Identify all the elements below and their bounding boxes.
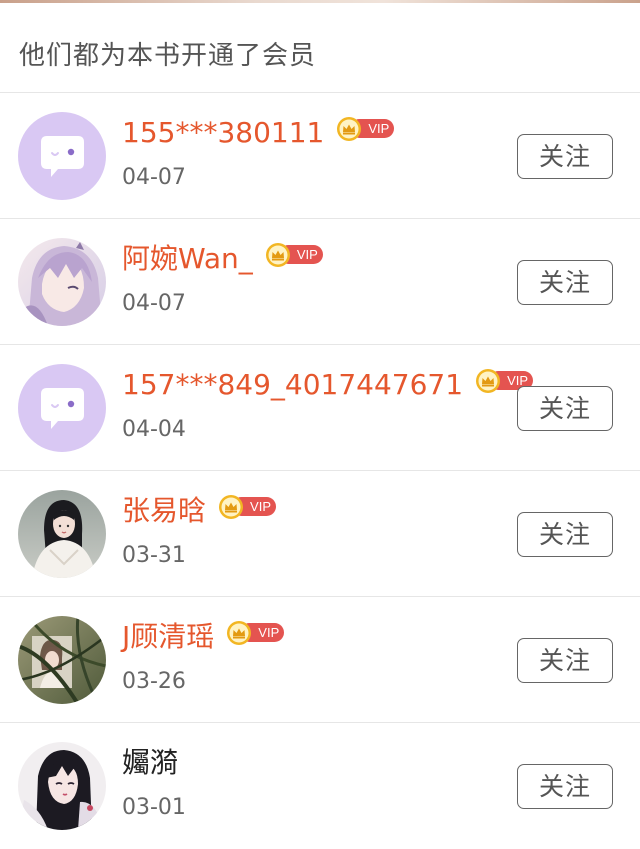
- vip-badge: VIP: [226, 620, 285, 645]
- member-date: 03-31: [122, 543, 186, 568]
- member-list: 155***380111 VIP 04-07 关注 阿婉Wan_ VIP 04-…: [0, 93, 640, 849]
- member-date: 04-07: [122, 165, 186, 190]
- crown-icon: [265, 243, 290, 267]
- member-date: 03-26: [122, 669, 186, 694]
- list-item[interactable]: J顾清瑶 VIP 03-26 关注: [0, 597, 640, 723]
- member-name[interactable]: 孎漪: [122, 743, 178, 783]
- avatar[interactable]: [18, 238, 106, 326]
- crown-icon: [476, 369, 501, 393]
- anime-girl-avatar-icon: [18, 238, 106, 326]
- default-chat-avatar-icon: [18, 364, 106, 452]
- avatar[interactable]: [18, 112, 106, 200]
- member-name[interactable]: 157***849_4017447671: [122, 365, 463, 405]
- member-name[interactable]: 张易晗: [122, 491, 206, 531]
- member-name[interactable]: J顾清瑶: [122, 617, 214, 657]
- page-title: 他们都为本书开通了会员: [19, 41, 317, 71]
- follow-button[interactable]: 关注: [517, 260, 613, 305]
- crown-icon: [337, 117, 362, 141]
- avatar[interactable]: [18, 490, 106, 578]
- crown-icon: [219, 495, 244, 519]
- avatar[interactable]: [18, 364, 106, 452]
- photo-girl-white-dress-avatar-icon: [18, 490, 106, 578]
- default-chat-avatar-icon: [18, 112, 106, 200]
- member-name[interactable]: 阿婉Wan_: [122, 239, 253, 279]
- member-name[interactable]: 155***380111: [122, 113, 324, 153]
- anime-dark-hair-avatar-icon: [18, 742, 106, 830]
- member-date: 04-07: [122, 291, 186, 316]
- list-item[interactable]: 阿婉Wan_ VIP 04-07 关注: [0, 219, 640, 345]
- follow-button[interactable]: 关注: [517, 386, 613, 431]
- list-item[interactable]: 张易晗 VIP 03-31 关注: [0, 471, 640, 597]
- vip-badge: VIP: [218, 494, 277, 519]
- follow-button[interactable]: 关注: [517, 512, 613, 557]
- follow-button[interactable]: 关注: [517, 638, 613, 683]
- section-header: 他们都为本书开通了会员: [0, 3, 640, 93]
- avatar[interactable]: [18, 742, 106, 830]
- vip-badge: VIP: [265, 242, 323, 267]
- list-item[interactable]: 孎漪 03-01 关注: [0, 723, 640, 849]
- follow-button[interactable]: 关注: [517, 764, 613, 809]
- member-date: 03-01: [122, 795, 186, 820]
- avatar[interactable]: [18, 616, 106, 704]
- crown-icon: [227, 621, 252, 645]
- follow-button[interactable]: 关注: [517, 134, 613, 179]
- list-item[interactable]: 157***849_4017447671 VIP 04-04 关注: [0, 345, 640, 471]
- list-item[interactable]: 155***380111 VIP 04-07 关注: [0, 93, 640, 219]
- vip-badge: VIP: [336, 116, 395, 141]
- member-date: 04-04: [122, 417, 186, 442]
- photo-girl-plants-avatar-icon: [18, 616, 106, 704]
